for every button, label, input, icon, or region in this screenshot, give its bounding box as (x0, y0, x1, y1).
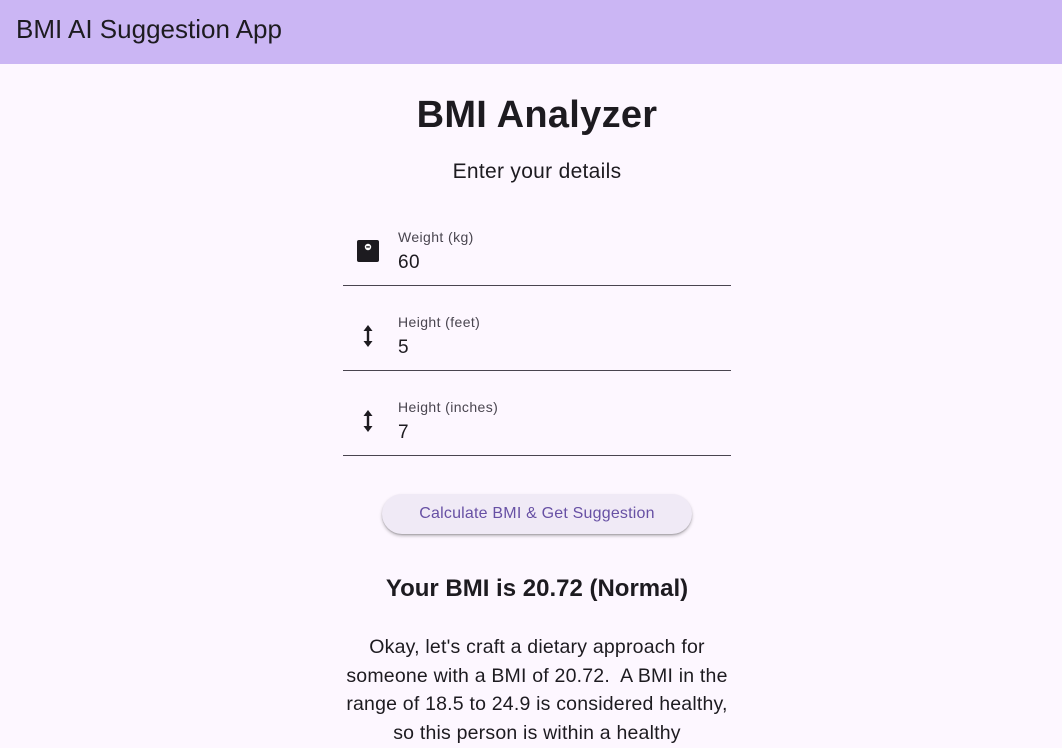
weight-field[interactable]: Weight (kg) (343, 224, 731, 286)
height-inches-input[interactable] (398, 420, 718, 446)
height-feet-input[interactable] (398, 335, 718, 361)
height-inches-field[interactable]: Height (inches) (343, 394, 731, 456)
calculate-bmi-button[interactable]: Calculate BMI & Get Suggestion (382, 494, 692, 534)
app-title: BMI AI Suggestion App (16, 14, 282, 44)
bmi-result: Your BMI is 20.72 (Normal) (385, 575, 689, 602)
height-feet-field[interactable]: Height (feet) (343, 309, 731, 371)
height-arrow-icon (363, 410, 373, 432)
weight-label: Weight (kg) (398, 229, 474, 245)
page-subtitle: Enter your details (452, 160, 622, 183)
app-bar: BMI AI Suggestion App (0, 0, 1062, 64)
weight-input[interactable] (398, 250, 718, 276)
page-title: BMI Analyzer (416, 94, 658, 136)
height-arrow-icon (363, 325, 373, 347)
height-inches-label: Height (inches) (398, 399, 499, 415)
diet-suggestion-text: Okay, let's craft a dietary approach for… (346, 636, 734, 745)
height-feet-label: Height (feet) (398, 314, 481, 330)
scale-icon (357, 240, 379, 262)
